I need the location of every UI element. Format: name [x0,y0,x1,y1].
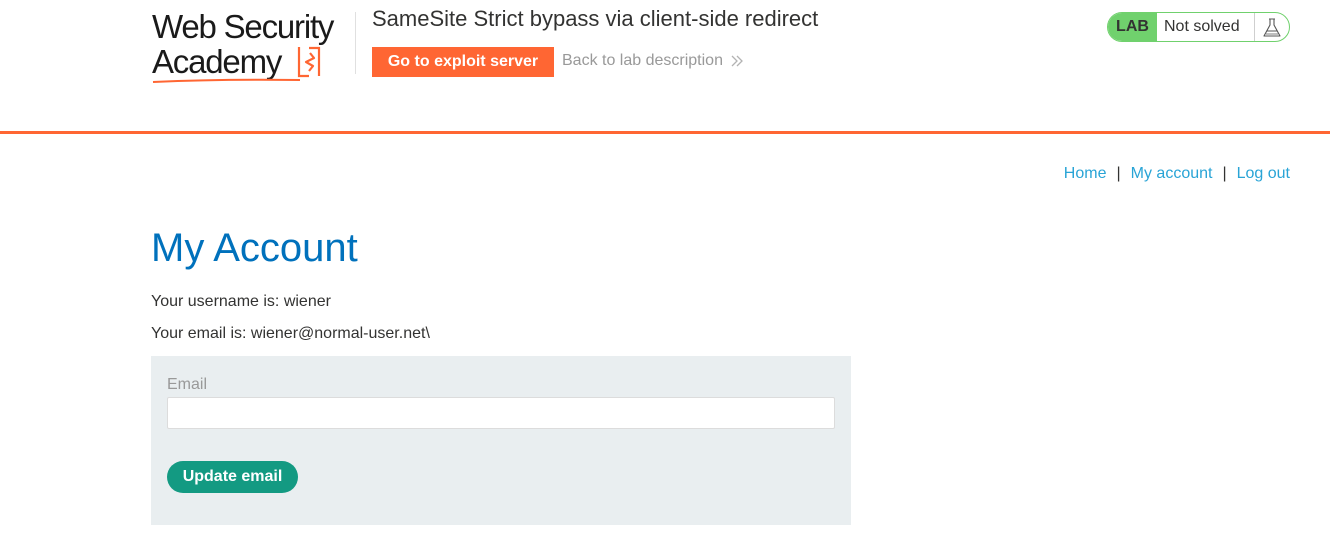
lab-status-widget: LAB Not solved [1107,12,1290,42]
nav-separator: | [1222,165,1227,182]
double-chevron-right-icon [731,55,743,67]
email-input[interactable] [167,397,835,429]
logo-underline [152,78,301,83]
nav-my-account-link[interactable]: My account [1131,165,1213,182]
nav-home-link[interactable]: Home [1064,165,1107,182]
nav-log-out-link[interactable]: Log out [1237,165,1290,182]
logo-text-line2: Academy [152,43,282,80]
lab-status-text: Not solved [1164,18,1240,35]
username-text: Your username is: wiener [151,293,331,310]
lab-badge: LAB [1108,13,1157,41]
flask-icon [1263,18,1281,37]
logo-mark-icon [297,46,321,78]
back-link-label: Back to lab description [562,52,723,69]
back-to-lab-description-link[interactable]: Back to lab description [562,52,743,70]
header-accent-rule [0,131,1330,134]
header-divider [355,12,356,74]
nav-separator: | [1116,165,1121,182]
lab-title: SameSite Strict bypass via client-side r… [372,6,819,31]
top-navigation: Home | My account | Log out [1064,165,1290,183]
change-email-form: Email Update email [151,356,851,525]
status-divider [1254,13,1255,41]
page-title: My Account [151,226,358,270]
update-email-button[interactable]: Update email [167,461,298,493]
logo-text-line1: Web Security [152,8,334,45]
email-label: Email [167,376,208,393]
go-to-exploit-server-button[interactable]: Go to exploit server [372,47,554,77]
web-security-academy-logo[interactable]: Web Security Academy [152,8,352,84]
email-text: Your email is: wiener@normal-user.net\ [151,325,430,342]
lab-header: Web Security Academy SameSite Strict byp… [0,0,1330,131]
